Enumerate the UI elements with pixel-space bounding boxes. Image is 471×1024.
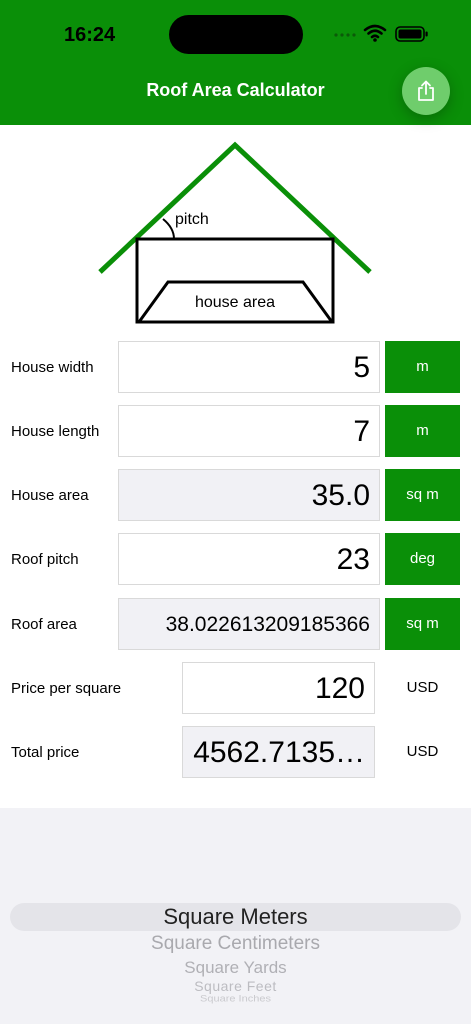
roof-pitch-input[interactable]: 23 <box>118 533 380 585</box>
status-time: 16:24 <box>64 24 116 46</box>
wifi-icon <box>363 24 387 39</box>
picker-option[interactable]: Square Centimeters <box>0 933 471 955</box>
share-button[interactable] <box>402 67 450 115</box>
row-price-per-square: Price per square 120 USD <box>0 662 471 716</box>
row-house-area: House area 35.0 sq m <box>0 469 471 523</box>
dynamic-island <box>169 15 303 54</box>
total-currency-label: USD <box>406 743 439 760</box>
picker-option[interactable]: Square Yards <box>0 958 471 978</box>
roof-area-value: 38.022613209185366 <box>118 598 380 650</box>
signal-icon <box>334 33 356 37</box>
picker-option[interactable]: Square Inches <box>0 994 471 1004</box>
share-icon <box>418 80 434 101</box>
picker-option[interactable]: Square Feet <box>0 978 471 994</box>
nav-header: 16:24 Roof Area Calculator <box>0 0 471 125</box>
house-area-row-label: House area <box>11 487 89 504</box>
price-per-square-input[interactable]: 120 <box>182 662 375 714</box>
house-width-unit-button[interactable]: m <box>385 341 460 393</box>
house-width-input[interactable]: 5 <box>118 341 380 393</box>
row-total-price: Total price 4562.7135… USD <box>0 726 471 780</box>
row-house-length: House length 7 m <box>0 405 471 459</box>
roof-pitch-label: Roof pitch <box>11 551 79 568</box>
house-length-label: House length <box>11 423 100 440</box>
total-price-label: Total price <box>11 744 80 761</box>
row-house-width: House width 5 m <box>0 341 471 395</box>
house-area-label: house area <box>195 294 275 311</box>
pitch-label: pitch <box>175 211 209 228</box>
roof-area-unit-button[interactable]: sq m <box>385 598 460 650</box>
price-currency-label: USD <box>406 679 439 696</box>
roof-outline <box>98 141 372 274</box>
status-icons <box>334 24 428 42</box>
roof-area-label: Roof area <box>11 616 77 633</box>
house-area-value: 35.0 <box>118 469 380 521</box>
battery-icon <box>395 26 428 42</box>
picker-option-selected[interactable]: Square Meters <box>0 904 471 930</box>
house-length-input[interactable]: 7 <box>118 405 380 457</box>
roof-diagram: pitch house area <box>98 141 372 324</box>
row-roof-pitch: Roof pitch 23 deg <box>0 533 471 587</box>
pitch-angle-arc <box>162 218 175 240</box>
total-price-value: 4562.7135… <box>182 726 375 778</box>
price-per-square-label: Price per square <box>11 680 122 697</box>
house-area-unit-button[interactable]: sq m <box>385 469 460 521</box>
page-title: Roof Area Calculator <box>146 80 325 100</box>
house-length-unit-button[interactable]: m <box>385 405 460 457</box>
roof-pitch-unit-button[interactable]: deg <box>385 533 460 585</box>
house-width-label: House width <box>11 359 94 376</box>
row-roof-area: Roof area 38.022613209185366 sq m <box>0 598 471 652</box>
